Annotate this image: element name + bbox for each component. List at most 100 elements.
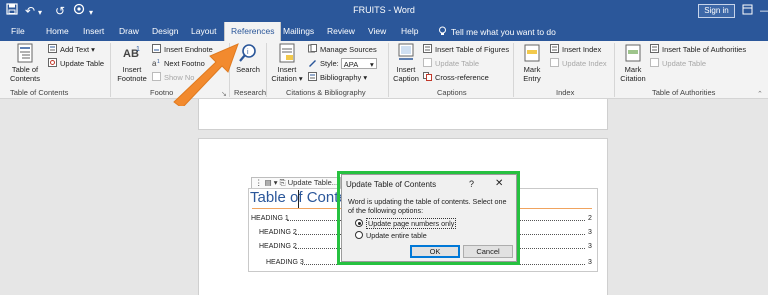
tab-view[interactable]: View xyxy=(368,26,386,36)
toc-grip-icon[interactable]: ⋮ xyxy=(255,178,263,187)
svg-text:1: 1 xyxy=(136,46,140,53)
insert-citation-button[interactable]: Insert Citation ▾ xyxy=(269,43,305,83)
table-of-figures-icon xyxy=(423,44,432,53)
add-text-button[interactable]: Add Text ▾ xyxy=(48,44,95,55)
toc-dropdown-icon[interactable]: ▾ xyxy=(274,178,278,187)
radio-selected-icon[interactable] xyxy=(355,219,363,227)
insert-index-label: Insert Index xyxy=(562,45,602,54)
lightbulb-icon xyxy=(439,26,446,35)
tab-home[interactable]: Home xyxy=(46,26,69,36)
cross-reference-button[interactable]: Cross-reference xyxy=(423,72,489,83)
tab-file[interactable]: File xyxy=(11,26,25,36)
group-separator xyxy=(266,43,267,97)
mark-citation-label: Mark Citation xyxy=(620,65,646,83)
toc-entry-text: HEADING 1 xyxy=(251,215,289,222)
collapse-ribbon-icon[interactable]: ⌃ xyxy=(757,90,763,98)
toc-update-icon: ⎘ xyxy=(279,178,286,187)
annotation-arrow-icon xyxy=(173,43,239,106)
update-table-authorities-button[interactable]: Update Table xyxy=(650,58,706,69)
update-table-button[interactable]: Update Table xyxy=(48,58,104,69)
minimize-icon[interactable]: — xyxy=(760,4,768,18)
update-index-label: Update Index xyxy=(562,59,607,68)
document-title: FRUITS - Word xyxy=(353,5,415,15)
radio-update-entire-table[interactable]: Update entire table xyxy=(355,231,427,241)
text-cursor xyxy=(298,190,299,208)
insert-footnote-button[interactable]: AB 1 Insert Footnote xyxy=(113,43,151,83)
mark-citation-button[interactable]: Mark Citation xyxy=(617,43,649,83)
tab-review[interactable]: Review xyxy=(327,26,355,36)
cross-reference-label: Cross-reference xyxy=(435,73,489,82)
ok-button[interactable]: OK xyxy=(410,245,460,258)
insert-table-of-authorities-button[interactable]: Insert Table of Authorities xyxy=(650,44,746,55)
insert-footnote-label: Insert Footnote xyxy=(117,65,147,83)
group-title-toc: Table of Contents xyxy=(10,88,69,97)
bibliography-button[interactable]: Bibliography ▾ xyxy=(308,72,367,83)
insert-caption-button[interactable]: Insert Caption xyxy=(390,43,422,83)
close-icon[interactable]: ✕ xyxy=(495,178,503,189)
radio-unselected-icon[interactable] xyxy=(355,231,363,239)
group-separator xyxy=(614,43,615,97)
tab-layout[interactable]: Layout xyxy=(191,26,217,36)
tell-me-label: Tell me what you want to do xyxy=(451,27,556,37)
update-table-icon xyxy=(48,58,57,67)
update-table-figures-button[interactable]: Update Table xyxy=(423,58,479,69)
radio-update-page-numbers[interactable]: Update page numbers only xyxy=(355,218,457,229)
toc-entry-text: HEADING 2 xyxy=(259,243,297,250)
table-of-contents-icon xyxy=(17,43,33,63)
cancel-button[interactable]: Cancel xyxy=(463,245,513,258)
tell-me-search[interactable]: Tell me what you want to do xyxy=(438,26,556,37)
style-label: Style: xyxy=(320,59,339,68)
update-index-button[interactable]: Update Index xyxy=(550,58,607,69)
ribbon-display-icon[interactable] xyxy=(742,4,753,19)
group-title-captions: Captions xyxy=(437,88,467,97)
dialog-message: Word is updating the table of contents. … xyxy=(348,197,507,215)
mark-citation-icon xyxy=(625,44,641,62)
insert-table-of-figures-button[interactable]: Insert Table of Figures xyxy=(423,44,509,55)
group-separator xyxy=(388,43,389,97)
radio-label: Update entire table xyxy=(366,231,427,240)
insert-table-of-authorities-label: Insert Table of Authorities xyxy=(662,45,747,54)
insert-caption-label: Insert Caption xyxy=(393,65,419,83)
tab-help[interactable]: Help xyxy=(401,26,418,36)
show-notes-icon xyxy=(152,72,161,81)
tab-mailings[interactable]: Mailings xyxy=(283,26,314,36)
add-text-label: Add Text xyxy=(60,45,90,54)
mark-entry-button[interactable]: Mark Entry xyxy=(516,43,548,83)
toc-entry-page: 2 xyxy=(588,215,592,222)
toc-entry-page: 3 xyxy=(588,229,592,236)
cross-reference-icon xyxy=(423,72,432,81)
insert-index-icon xyxy=(550,44,559,53)
mark-entry-label: Mark Entry xyxy=(523,65,541,83)
help-icon[interactable]: ? xyxy=(469,179,474,189)
manage-sources-label: Manage Sources xyxy=(320,45,377,54)
tab-draw[interactable]: Draw xyxy=(119,26,139,36)
toc-doc-icon[interactable]: ▤ xyxy=(265,178,272,187)
table-of-contents-label: Table of Contents xyxy=(9,65,41,83)
citation-style-dropdown[interactable]: Style: APA ▾ xyxy=(308,58,377,69)
insert-caption-icon xyxy=(398,43,414,60)
manage-sources-icon xyxy=(308,44,317,53)
toc-entry-text: HEADING 3 xyxy=(266,259,304,266)
table-of-authorities-icon xyxy=(650,44,659,53)
update-toc-dialog: Update Table of Contents ? ✕ Word is upd… xyxy=(341,174,517,262)
bibliography-icon xyxy=(308,72,317,81)
update-table-authorities-icon xyxy=(650,58,659,67)
add-text-icon xyxy=(48,44,57,53)
insert-index-button[interactable]: Insert Index xyxy=(550,44,601,55)
insert-citation-icon xyxy=(279,43,295,63)
svg-text:1: 1 xyxy=(157,59,160,65)
style-icon xyxy=(309,60,316,67)
manage-sources-button[interactable]: Manage Sources xyxy=(308,44,377,55)
tab-design[interactable]: Design xyxy=(152,26,178,36)
mark-entry-icon xyxy=(524,44,540,62)
group-title-citations: Citations & Bibliography xyxy=(286,88,366,97)
toc-entry-page: 3 xyxy=(588,259,592,266)
next-footnote-icon: a1 xyxy=(152,59,160,67)
tab-insert[interactable]: Insert xyxy=(83,26,104,36)
sign-in-button[interactable]: Sign in xyxy=(698,4,735,18)
toc-update-table-label[interactable]: Update Table... xyxy=(288,178,338,187)
insert-citation-label: Insert Citation xyxy=(271,65,297,83)
table-of-contents-button[interactable]: Table of Contents xyxy=(4,43,46,83)
ribbon-tabs: File Home Insert Draw Design Layout Refe… xyxy=(0,22,768,41)
group-title-index: Index xyxy=(556,88,575,97)
